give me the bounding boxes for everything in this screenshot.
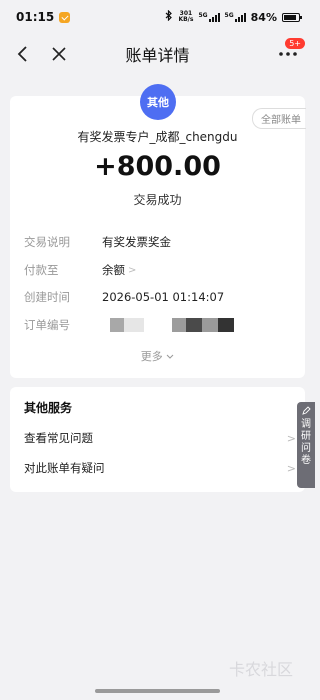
detail-label: 订单编号: [24, 318, 70, 332]
network-speed-unit: KB/s: [178, 16, 194, 23]
detail-label: 交易说明: [24, 235, 70, 249]
survey-char: 研: [301, 431, 311, 442]
service-label: 查看常见问题: [24, 431, 93, 445]
back-icon[interactable]: [8, 34, 38, 74]
transaction-amount: +800.00: [94, 151, 221, 182]
status-bar: 01:15 301 KB/s 5G 5G 84%: [0, 0, 315, 34]
merchant-logo: 其他: [140, 84, 176, 120]
home-indicator[interactable]: [95, 689, 220, 693]
detail-value: 有奖发票奖金: [102, 235, 171, 249]
transaction-status: 交易成功: [133, 193, 182, 207]
detail-value-wrap: 余额 >: [102, 262, 136, 278]
detail-label: 付款至: [24, 263, 59, 277]
show-more-button[interactable]: 更多: [10, 348, 305, 364]
survey-char: 卷: [301, 455, 311, 466]
sim1-signal-icon: 5G: [198, 11, 220, 22]
bill-question-link[interactable]: 对此账单有疑问 >: [24, 460, 296, 476]
chevron-right-icon: >: [128, 264, 137, 276]
app-notification-icon: [59, 11, 71, 23]
bluetooth-icon: [165, 9, 173, 24]
battery-icon: [282, 12, 302, 22]
close-icon[interactable]: [44, 34, 74, 74]
status-icons: 301 KB/s 5G 5G 84%: [165, 9, 302, 24]
notification-badge: 5+: [285, 38, 305, 49]
services-title: 其他服务: [24, 401, 73, 415]
detail-row-payee[interactable]: 付款至 余额 >: [24, 262, 294, 278]
survey-char: 调: [301, 419, 311, 430]
detail-value: 2026-05-01 01:14:07: [102, 290, 225, 304]
other-services-card: 其他服务 查看常见问题 > 对此账单有疑问 >: [10, 387, 305, 492]
order-number-redacted: [102, 318, 234, 332]
battery-percent: 84%: [250, 10, 277, 24]
network-speed: 301 KB/s: [178, 11, 193, 23]
detail-row-description: 交易说明 有奖发票奖金: [24, 234, 294, 250]
sim2-signal-icon: 5G: [224, 11, 246, 22]
detail-row-order-number: 订单编号: [24, 317, 294, 333]
chevron-down-icon: [166, 350, 174, 363]
all-bills-button[interactable]: 全部账单: [252, 108, 306, 129]
sim1-label: 5G: [198, 11, 208, 19]
detail-row-created-time: 创建时间 2026-05-01 01:14:07: [24, 289, 294, 305]
bill-detail-card: 其他 全部账单 有奖发票专户_成都_chengdu +800.00 交易成功 交…: [10, 84, 306, 378]
show-more-label: 更多: [140, 350, 163, 363]
faq-link[interactable]: 查看常见问题 >: [24, 430, 296, 446]
edit-icon: [301, 406, 311, 419]
nav-bar: 账单详情 5+: [0, 34, 315, 74]
chevron-right-icon: >: [286, 461, 296, 475]
detail-label: 创建时间: [24, 290, 70, 304]
watermark: 卡农社区: [228, 660, 293, 679]
merchant-name: 有奖发票专户_成都_chengdu: [77, 130, 238, 144]
sim2-label: 5G: [224, 11, 234, 19]
service-label: 对此账单有疑问: [24, 461, 105, 475]
detail-value: 余额: [102, 263, 125, 277]
survey-tab[interactable]: 调 研 问 卷: [297, 402, 315, 488]
status-time: 01:15: [16, 10, 55, 24]
chevron-right-icon: >: [286, 431, 296, 445]
survey-char: 问: [301, 443, 311, 454]
